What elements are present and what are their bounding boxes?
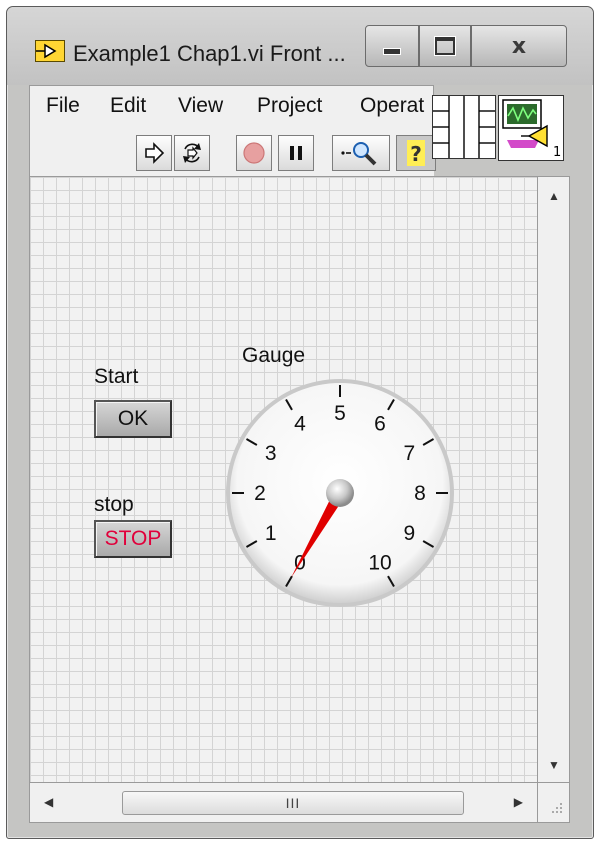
resize-grip[interactable]	[538, 783, 570, 823]
maximize-button[interactable]	[419, 25, 471, 67]
minimize-button[interactable]	[365, 25, 419, 67]
context-help-icon: ?	[407, 140, 425, 166]
vertical-scrollbar[interactable]: ▲ ▼	[538, 176, 570, 783]
run-button[interactable]	[136, 135, 172, 171]
gauge-indicator[interactable]: 012345678910	[224, 377, 456, 609]
gauge-scale-label: 3	[265, 442, 277, 465]
stop-button-text: STOP	[104, 527, 162, 550]
gauge-scale-label: 6	[374, 413, 386, 436]
start-label: Start	[94, 365, 139, 388]
title-bar[interactable]: Example1 Chap1.vi Front ... x	[7, 7, 593, 85]
gauge-scale-label: 9	[403, 522, 415, 545]
highlight-execution-button[interactable]	[332, 135, 390, 171]
menu-file[interactable]: File	[46, 94, 80, 118]
menu-bar: File Edit View Project Operat	[29, 85, 434, 129]
abort-button[interactable]	[236, 135, 272, 171]
gauge-scale-label: 1	[265, 522, 277, 545]
connector-pane-grid-icon	[433, 96, 495, 158]
scroll-down-icon[interactable]: ▼	[548, 758, 560, 772]
menu-view[interactable]: View	[178, 94, 223, 118]
menu-edit[interactable]: Edit	[110, 94, 146, 118]
window-title: Example1 Chap1.vi Front ...	[73, 41, 346, 66]
gauge-scale-label: 7	[403, 442, 415, 465]
scroll-grip-icon: III	[285, 795, 301, 811]
gauge-scale-label: 2	[254, 482, 266, 505]
run-continuously-button[interactable]	[174, 135, 210, 171]
menu-operate[interactable]: Operat	[360, 94, 424, 118]
highlight-execution-icon	[341, 142, 377, 166]
labview-vi-icon	[35, 40, 65, 62]
stop-button[interactable]: STOP	[94, 520, 172, 558]
start-ok-text: OK	[117, 407, 149, 430]
gauge-scale-label: 5	[334, 402, 346, 425]
toolbar: ?	[29, 129, 436, 176]
svg-text:?: ?	[410, 142, 422, 166]
close-button[interactable]: x	[471, 25, 567, 67]
gauge-scale-label: 10	[368, 551, 391, 574]
resize-grip-icon	[552, 803, 562, 813]
close-icon: x	[511, 33, 527, 59]
abort-icon	[243, 142, 265, 164]
run-arrow-icon	[145, 142, 165, 164]
gauge-scale-label: 8	[414, 482, 426, 505]
horizontal-scroll-thumb[interactable]: III	[122, 791, 464, 815]
minimize-icon	[383, 47, 401, 55]
menu-project[interactable]: Project	[257, 94, 322, 118]
connector-pane[interactable]	[432, 95, 496, 159]
gauge-knob	[326, 479, 354, 507]
svg-text:1: 1	[553, 145, 561, 160]
start-ok-button[interactable]: OK	[94, 400, 172, 438]
horizontal-scrollbar[interactable]: ◀ III ▶	[29, 783, 538, 823]
pause-icon	[290, 146, 302, 160]
maximize-icon	[435, 37, 455, 55]
context-help-button[interactable]: ?	[396, 135, 436, 171]
vi-icon[interactable]: 1	[498, 95, 564, 161]
gauge-label: Gauge	[242, 344, 306, 367]
scroll-left-icon[interactable]: ◀	[44, 795, 53, 809]
pause-button[interactable]	[278, 135, 314, 171]
gauge-scale-label: 4	[294, 413, 306, 436]
scroll-right-icon[interactable]: ▶	[514, 795, 523, 809]
stop-label: stop	[94, 493, 134, 516]
vi-waveform-icon: 1	[502, 99, 561, 160]
run-continuously-icon	[183, 143, 201, 163]
scroll-up-icon[interactable]: ▲	[548, 189, 560, 203]
